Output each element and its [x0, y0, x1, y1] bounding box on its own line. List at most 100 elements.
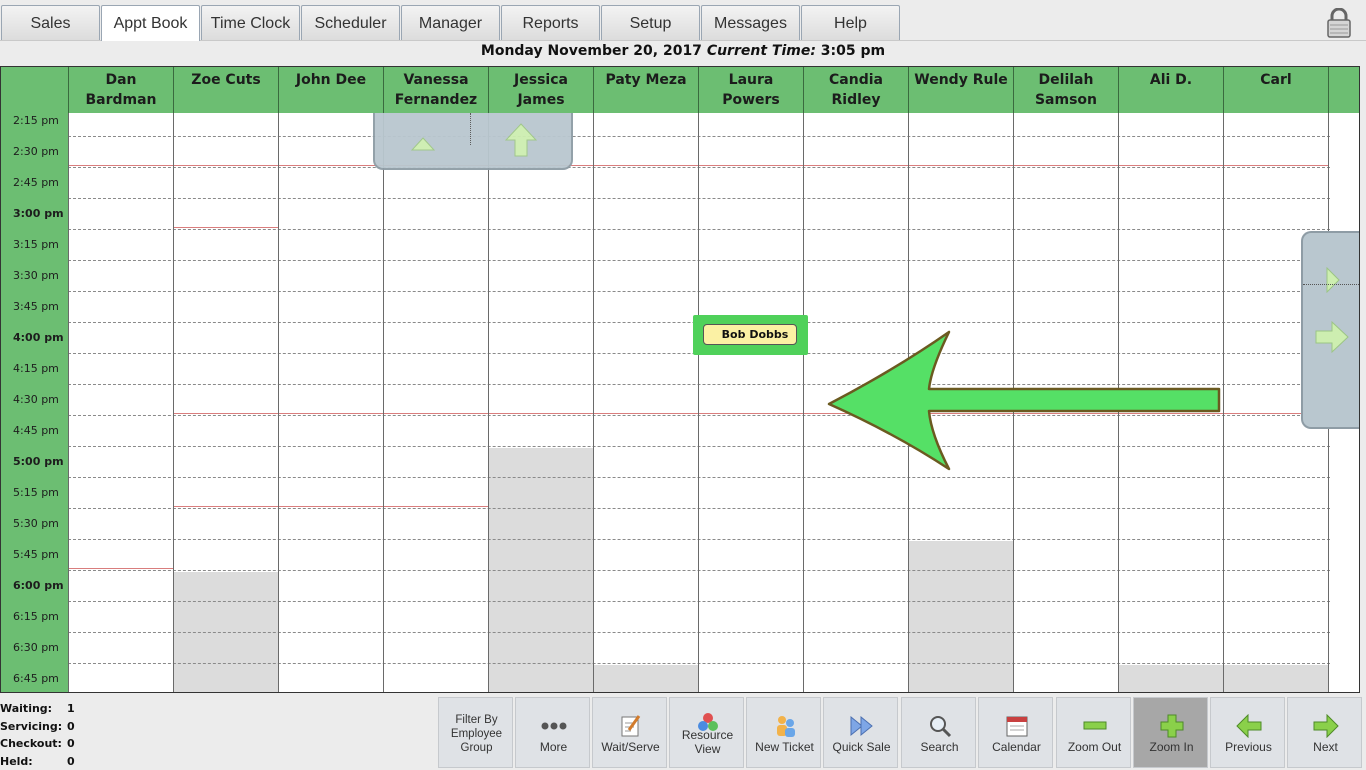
- previous-button[interactable]: Previous: [1210, 697, 1285, 768]
- unavailable-block: [1224, 665, 1328, 693]
- row-divider: [68, 260, 1330, 261]
- calendar-icon: [1005, 714, 1029, 738]
- checkout-count: 0: [67, 735, 75, 752]
- employee-column-header[interactable]: John Dee: [278, 67, 383, 113]
- time-column: 2:15 pm2:30 pm2:45 pm3:00 pm3:15 pm3:30 …: [1, 113, 68, 693]
- zoom-in-button[interactable]: Zoom In: [1133, 697, 1208, 768]
- employee-column-header[interactable]: Dan Bardman: [68, 67, 173, 113]
- scroll-right-panel[interactable]: [1301, 231, 1360, 429]
- current-time: 3:05 pm: [821, 43, 885, 59]
- magnifier-icon: [928, 714, 952, 738]
- time-slot-label: 3:00 pm: [1, 207, 68, 238]
- held-count: 0: [67, 753, 75, 770]
- search-button[interactable]: Search: [901, 697, 976, 768]
- scroll-right-small-icon[interactable]: [1325, 267, 1341, 293]
- minus-icon: [1083, 721, 1107, 731]
- time-slot-label: 5:00 pm: [1, 455, 68, 486]
- employee-column-header[interactable]: Paty Meza: [593, 67, 698, 113]
- current-time-label: Current Time:: [707, 43, 816, 59]
- column-divider: [1223, 113, 1224, 693]
- clipboard-pencil-icon: [619, 714, 643, 738]
- time-slot-label: 5:30 pm: [1, 517, 68, 548]
- row-divider: [68, 601, 1330, 602]
- time-slot-label: 2:45 pm: [1, 176, 68, 207]
- employee-column-header[interactable]: Delilah Samson: [1013, 67, 1118, 113]
- scroll-up-large-icon[interactable]: [505, 123, 537, 157]
- shift-boundary-line: [69, 568, 173, 569]
- employee-column-header[interactable]: Wendy Rule: [908, 67, 1013, 113]
- row-divider: [68, 539, 1330, 540]
- people-icon: [773, 714, 797, 738]
- fast-forward-icon: [849, 715, 875, 737]
- time-slot-label: 5:45 pm: [1, 548, 68, 579]
- appointment-slot[interactable]: Bob Dobbs: [693, 315, 808, 355]
- servicing-count: 0: [67, 718, 75, 735]
- row-divider: [68, 291, 1330, 292]
- tab-sales[interactable]: Sales: [1, 5, 100, 40]
- employee-column-header[interactable]: Ali D.: [1118, 67, 1223, 113]
- arrow-left-icon: [1236, 714, 1262, 738]
- time-slot-label: 2:15 pm: [1, 114, 68, 145]
- shift-boundary-line: [174, 227, 278, 228]
- scroll-right-large-icon[interactable]: [1315, 321, 1349, 353]
- arrow-right-icon: [1313, 714, 1339, 738]
- dots-icon: [541, 721, 567, 731]
- date-bar: Monday November 20, 2017 Current Time: 3…: [0, 41, 1366, 63]
- row-divider: [68, 663, 1330, 664]
- current-date: Monday November 20, 2017: [481, 43, 702, 59]
- shift-boundary-line: [174, 506, 488, 507]
- wait-serve-button[interactable]: Wait/Serve: [592, 697, 667, 768]
- column-divider: [698, 113, 699, 693]
- lock-icon[interactable]: [1326, 8, 1352, 38]
- time-slot-label: 3:30 pm: [1, 269, 68, 300]
- quick-sale-button[interactable]: Quick Sale: [823, 697, 898, 768]
- waiting-count: 1: [67, 700, 75, 717]
- employee-column-header[interactable]: Candia Ridley: [803, 67, 908, 113]
- tab-help[interactable]: Help: [801, 5, 900, 40]
- row-divider: [68, 632, 1330, 633]
- calendar-button[interactable]: Calendar: [978, 697, 1053, 768]
- scroll-up-small-icon[interactable]: [411, 137, 435, 151]
- employee-column-header[interactable]: Zoe Cuts: [173, 67, 278, 113]
- appointment-grid[interactable]: Dan BardmanZoe CutsJohn DeeVanessa Ferna…: [0, 66, 1360, 693]
- time-slot-label: 2:30 pm: [1, 145, 68, 176]
- filter-by-employee-group-button[interactable]: Filter By Employee Group: [438, 697, 513, 768]
- unavailable-block: [909, 541, 1013, 693]
- new-ticket-button[interactable]: New Ticket: [746, 697, 821, 768]
- time-slot-label: 4:00 pm: [1, 331, 68, 362]
- row-divider: [68, 570, 1330, 571]
- shift-boundary-line: [174, 165, 1328, 166]
- top-tab-bar: Sales Appt Book Time Clock Scheduler Man…: [0, 0, 1366, 41]
- tab-scheduler[interactable]: Scheduler: [301, 5, 400, 40]
- next-button[interactable]: Next: [1287, 697, 1362, 768]
- tab-time-clock[interactable]: Time Clock: [201, 5, 300, 40]
- plus-icon: [1160, 714, 1184, 738]
- employee-column-header[interactable]: Jessica James: [488, 67, 593, 113]
- tab-appt-book[interactable]: Appt Book: [101, 5, 200, 41]
- employee-column-header[interactable]: Edi: [1328, 67, 1360, 113]
- servicing-count-row: Servicing:0: [0, 718, 120, 736]
- tab-messages[interactable]: Messages: [701, 5, 800, 40]
- row-divider: [68, 508, 1330, 509]
- row-divider: [68, 477, 1330, 478]
- time-slot-label: 3:15 pm: [1, 238, 68, 269]
- appointment-client: Bob Dobbs: [722, 328, 789, 341]
- employee-header-row: Dan BardmanZoe CutsJohn DeeVanessa Ferna…: [1, 67, 1360, 113]
- employee-column-header[interactable]: Laura Powers: [698, 67, 803, 113]
- held-count-row: Held:0: [0, 753, 120, 770]
- more-button[interactable]: More: [515, 697, 590, 768]
- employee-column-header[interactable]: Carl: [1223, 67, 1328, 113]
- tab-setup[interactable]: Setup: [601, 5, 700, 40]
- employee-column-header[interactable]: Vanessa Fernandez: [383, 67, 488, 113]
- time-slot-label: 3:45 pm: [1, 300, 68, 331]
- row-divider: [68, 229, 1330, 230]
- waiting-count-row: Waiting:1: [0, 700, 120, 718]
- status-counts: Waiting:1 Servicing:0 Checkout:0 Held:0: [0, 700, 120, 770]
- resource-view-button[interactable]: Resource View: [669, 697, 744, 768]
- appointment-card[interactable]: Bob Dobbs: [703, 324, 797, 345]
- scroll-up-panel[interactable]: [373, 113, 573, 170]
- tab-manager[interactable]: Manager: [401, 5, 500, 40]
- zoom-out-button[interactable]: Zoom Out: [1056, 697, 1131, 768]
- tab-reports[interactable]: Reports: [501, 5, 600, 40]
- time-slot-label: 6:30 pm: [1, 641, 68, 672]
